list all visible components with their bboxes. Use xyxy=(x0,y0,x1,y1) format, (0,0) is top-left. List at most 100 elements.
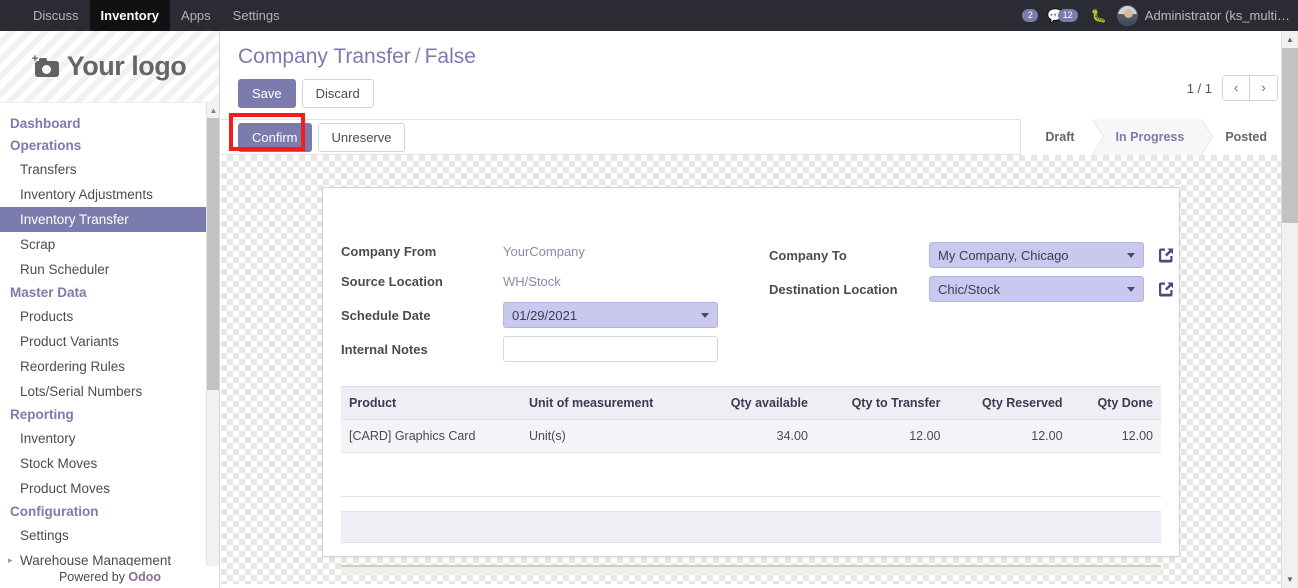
breadcrumb-separator: / xyxy=(414,45,421,68)
activity-count: 2 xyxy=(1022,9,1039,22)
sidebar-item-lots-serial-numbers[interactable]: Lots/Serial Numbers xyxy=(0,379,219,404)
destination-location-select[interactable]: Chic/Stock xyxy=(929,276,1144,302)
save-button[interactable]: Save xyxy=(238,79,296,108)
schedule-date-select[interactable]: 01/29/2021 xyxy=(503,302,718,328)
triangle-down-icon[interactable]: ▼ xyxy=(1282,571,1298,588)
field-destination-location: Destination Location Chic/Stock xyxy=(769,274,1179,304)
lines-table: Product Unit of measurement Qty availabl… xyxy=(341,386,1161,453)
field-label-destination-location: Destination Location xyxy=(769,281,898,297)
chevron-left-icon[interactable]: ‹ xyxy=(1222,75,1250,101)
form-fields: Company From YourCompany Source Location… xyxy=(323,188,1179,368)
sidebar-scrollbar[interactable]: ▲ ▼ xyxy=(206,103,219,588)
field-label-company-to: Company To xyxy=(769,247,847,263)
odoo-brand-link[interactable]: Odoo xyxy=(128,570,161,584)
main-scroll-thumb[interactable] xyxy=(1282,48,1298,223)
column-header-unit-of-measurement: Unit of measurement xyxy=(520,386,699,420)
nav-item-settings[interactable]: Settings xyxy=(222,0,291,31)
main-content: Company Transfer / False Save Discard 1 / … xyxy=(221,31,1298,588)
sidebar-item-inventory[interactable]: Inventory xyxy=(0,426,219,451)
logo-placeholder[interactable]: + Your logo xyxy=(0,31,219,103)
table-row[interactable]: [CARD] Graphics Card Unit(s) 34.00 12.00… xyxy=(341,419,1161,453)
messages-count: 12 xyxy=(1057,9,1078,22)
nav-item-inventory[interactable]: Inventory xyxy=(89,0,171,31)
field-label-company-from: Company From xyxy=(341,244,437,259)
form-canvas: Company From YourCompany Source Location… xyxy=(221,155,1298,584)
external-link-icon[interactable] xyxy=(1156,279,1176,299)
powered-by-text: Powered by xyxy=(58,570,129,584)
column-header-qty-reserved: Qty Reserved xyxy=(948,386,1071,420)
empty-line-row[interactable] xyxy=(341,471,1161,497)
cell-qty-available[interactable]: 34.00 xyxy=(698,419,816,453)
sidebar-item-settings[interactable]: Settings xyxy=(0,523,219,548)
sidebar-header-dashboard[interactable]: Dashboard xyxy=(0,113,219,135)
confirm-button[interactable]: Confirm xyxy=(238,122,312,152)
logo-text: Your logo xyxy=(66,51,187,81)
breadcrumb-current: False xyxy=(424,45,476,68)
status-step-posted[interactable]: Posted xyxy=(1201,119,1284,155)
camera-icon: + xyxy=(32,54,59,77)
statusbar-row: Confirm Unreserve Draft In Progress Post… xyxy=(221,112,1298,155)
status-step-in-progress[interactable]: In Progress xyxy=(1091,119,1214,155)
form-column-right: Company To My Company, Chicago Destinati… xyxy=(751,240,1179,368)
sidebar-header-master-data: Master Data xyxy=(10,285,87,300)
unreserve-button[interactable]: Unreserve xyxy=(317,122,406,152)
sidebar-scroll-thumb[interactable] xyxy=(207,118,219,390)
sidebar-item-stock-moves[interactable]: Stock Moves xyxy=(0,451,219,476)
status-steps: Draft In Progress Posted xyxy=(1020,119,1298,155)
chevron-down-icon xyxy=(1127,287,1135,292)
triangle-up-icon[interactable]: ▲ xyxy=(207,103,219,118)
schedule-date-value: 01/29/2021 xyxy=(512,307,578,323)
activity-menu[interactable]: ◖ 2 xyxy=(1021,8,1039,24)
nav-item-discuss[interactable]: Discuss xyxy=(22,0,90,31)
user-menu-label[interactable]: Administrator (ks_multi… xyxy=(1145,8,1290,23)
record-action-buttons: Confirm Unreserve xyxy=(221,112,406,152)
sidebar-header-operations: Operations xyxy=(10,138,82,153)
avatar[interactable] xyxy=(1116,5,1138,26)
field-label-source-location: Source Location xyxy=(341,274,443,289)
column-header-qty-available: Qty available xyxy=(698,386,816,420)
triangle-up-icon[interactable]: ▲ xyxy=(1282,31,1298,48)
company-to-select[interactable]: My Company, Chicago xyxy=(929,242,1144,268)
sidebar-item-product-moves[interactable]: Product Moves xyxy=(0,476,219,501)
form-column-left: Company From YourCompany Source Location… xyxy=(323,240,751,368)
cell-qty-to-transfer[interactable]: 12.00 xyxy=(815,419,949,453)
sidebar: + Your logo Dashboard Operations Transfe… xyxy=(0,31,220,588)
status-step-draft[interactable]: Draft xyxy=(1021,119,1104,155)
table-header-row: Product Unit of measurement Qty availabl… xyxy=(341,386,1161,420)
nav-item-apps[interactable]: Apps xyxy=(170,0,222,31)
pager-label: 1 / 1 xyxy=(1186,80,1212,96)
breadcrumb: Company Transfer / False xyxy=(221,31,1298,69)
sidebar-item-products[interactable]: Products xyxy=(0,304,219,329)
messages-menu[interactable]: 💬 12 xyxy=(1047,8,1078,24)
navbar-menu: Discuss Inventory Apps Settings xyxy=(22,0,291,31)
powered-by-footer: Powered by Odoo xyxy=(0,566,219,588)
chevron-right-icon[interactable]: › xyxy=(1250,75,1278,101)
sidebar-item-inventory-transfer[interactable]: Inventory Transfer xyxy=(0,207,219,232)
field-company-to: Company To My Company, Chicago xyxy=(769,240,1179,270)
field-label-internal-notes: Internal Notes xyxy=(341,341,428,357)
sidebar-item-transfers[interactable]: Transfers xyxy=(0,157,219,182)
chevron-down-icon xyxy=(701,313,709,318)
cell-unit-of-measurement[interactable]: Unit(s) xyxy=(520,419,699,453)
sidebar-item-reordering-rules[interactable]: Reordering Rules xyxy=(0,354,219,379)
sidebar-item-product-variants[interactable]: Product Variants xyxy=(0,329,219,354)
main-scrollbar[interactable]: ▲ ▼ xyxy=(1281,31,1298,588)
cell-product[interactable]: [CARD] Graphics Card xyxy=(341,419,521,453)
sidebar-item-inventory-adjustments[interactable]: Inventory Adjustments xyxy=(0,182,219,207)
bug-icon[interactable]: 🐛 xyxy=(1091,8,1107,24)
sidebar-item-run-scheduler[interactable]: Run Scheduler xyxy=(0,257,219,282)
cell-qty-done[interactable]: 12.00 xyxy=(1070,419,1161,453)
field-label-schedule-date: Schedule Date xyxy=(341,307,431,323)
field-schedule-date: Schedule Date 01/29/2021 xyxy=(341,300,751,330)
external-link-icon[interactable] xyxy=(1156,245,1176,265)
internal-notes-input[interactable] xyxy=(503,336,718,362)
column-header-qty-to-transfer: Qty to Transfer xyxy=(815,386,949,420)
field-value-source-location: WH/Stock xyxy=(503,274,561,289)
field-value-company-from: YourCompany xyxy=(503,244,585,259)
sidebar-header-reporting: Reporting xyxy=(10,407,74,422)
discard-button[interactable]: Discard xyxy=(301,79,374,108)
add-line-placeholder[interactable] xyxy=(341,511,1161,543)
sidebar-item-scrap[interactable]: Scrap xyxy=(0,232,219,257)
cell-qty-reserved[interactable]: 12.00 xyxy=(948,419,1071,453)
breadcrumb-root[interactable]: Company Transfer xyxy=(238,45,411,68)
